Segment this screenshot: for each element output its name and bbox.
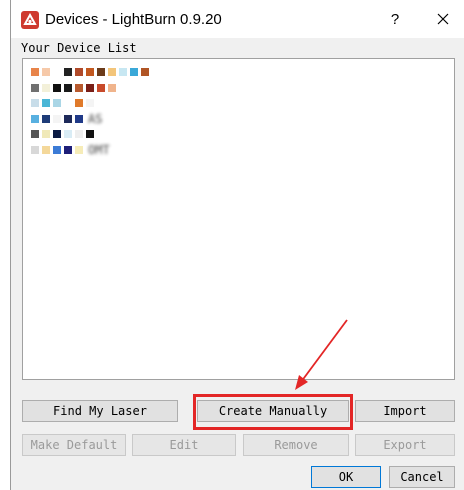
find-my-laser-button[interactable]: Find My Laser xyxy=(22,400,178,422)
redacted-pixel xyxy=(141,68,149,76)
device-list-item[interactable] xyxy=(31,96,97,110)
redacted-pixel xyxy=(86,68,94,76)
redacted-pixel xyxy=(75,145,83,154)
redacted-pixel xyxy=(31,145,39,154)
redacted-pixel xyxy=(31,99,39,107)
device-list-item[interactable]: OMT xyxy=(31,143,110,157)
redacted-pixel xyxy=(53,99,61,107)
redacted-pixel xyxy=(119,68,127,76)
redacted-pixel xyxy=(130,68,138,76)
redacted-pixel xyxy=(64,114,72,123)
redacted-pixel xyxy=(64,83,72,92)
redacted-pixel xyxy=(86,99,94,107)
redacted-pixel xyxy=(42,68,50,76)
device-name: OMT xyxy=(88,142,110,157)
redacted-pixel xyxy=(108,68,116,76)
redacted-pixel xyxy=(64,99,72,107)
redacted-pixel xyxy=(86,130,94,138)
redacted-pixel xyxy=(42,114,50,123)
redacted-pixel xyxy=(86,83,94,92)
redacted-pixel xyxy=(97,68,105,76)
help-button[interactable]: ? xyxy=(383,8,407,32)
title-bar[interactable]: Devices - LightBurn 0.9.20 ? xyxy=(11,0,464,38)
redacted-pixel xyxy=(64,145,72,154)
redacted-pixel xyxy=(53,114,61,123)
redacted-pixel xyxy=(31,83,39,92)
device-list-item[interactable] xyxy=(31,127,97,141)
close-button[interactable] xyxy=(431,8,455,32)
close-icon xyxy=(437,13,449,25)
redacted-pixel xyxy=(75,130,83,138)
ok-button[interactable]: OK xyxy=(311,466,381,488)
device-name: AS xyxy=(88,111,103,126)
export-button[interactable]: Export xyxy=(355,434,455,456)
redacted-pixel xyxy=(42,83,50,92)
redacted-pixel xyxy=(64,68,72,76)
redacted-pixel xyxy=(53,83,61,92)
redacted-pixel xyxy=(53,68,61,76)
redacted-pixel xyxy=(75,99,83,107)
redacted-pixel xyxy=(75,114,83,123)
redacted-pixel xyxy=(31,130,39,138)
redacted-pixel xyxy=(31,68,39,76)
redacted-pixel xyxy=(42,130,50,138)
lightburn-logo-icon xyxy=(21,11,39,29)
devices-window: Devices - LightBurn 0.9.20 ? Your Device… xyxy=(10,0,464,490)
device-list-item[interactable]: AS xyxy=(31,112,102,126)
redacted-pixel xyxy=(97,83,105,92)
redacted-pixel xyxy=(75,83,83,92)
remove-button[interactable]: Remove xyxy=(243,434,349,456)
redacted-pixel xyxy=(53,145,61,154)
edit-button[interactable]: Edit xyxy=(132,434,236,456)
device-list-item[interactable] xyxy=(31,65,152,79)
device-list-label: Your Device List xyxy=(21,41,137,55)
window-title: Devices - LightBurn 0.9.20 xyxy=(45,11,222,28)
cancel-button[interactable]: Cancel xyxy=(389,466,455,488)
annotation-arrow-icon xyxy=(295,319,348,390)
redacted-pixel xyxy=(53,130,61,138)
redacted-pixel xyxy=(42,145,50,154)
dialog-body: Your Device List AS OMT Find My Laser Cre… xyxy=(11,38,464,490)
redacted-pixel xyxy=(75,68,83,76)
device-list-item[interactable] xyxy=(31,81,119,95)
redacted-pixel xyxy=(108,83,116,92)
redacted-pixel xyxy=(42,99,50,107)
device-list[interactable]: AS OMT xyxy=(22,58,455,380)
make-default-button[interactable]: Make Default xyxy=(22,434,126,456)
redacted-pixel xyxy=(64,130,72,138)
redacted-pixel xyxy=(31,114,39,123)
